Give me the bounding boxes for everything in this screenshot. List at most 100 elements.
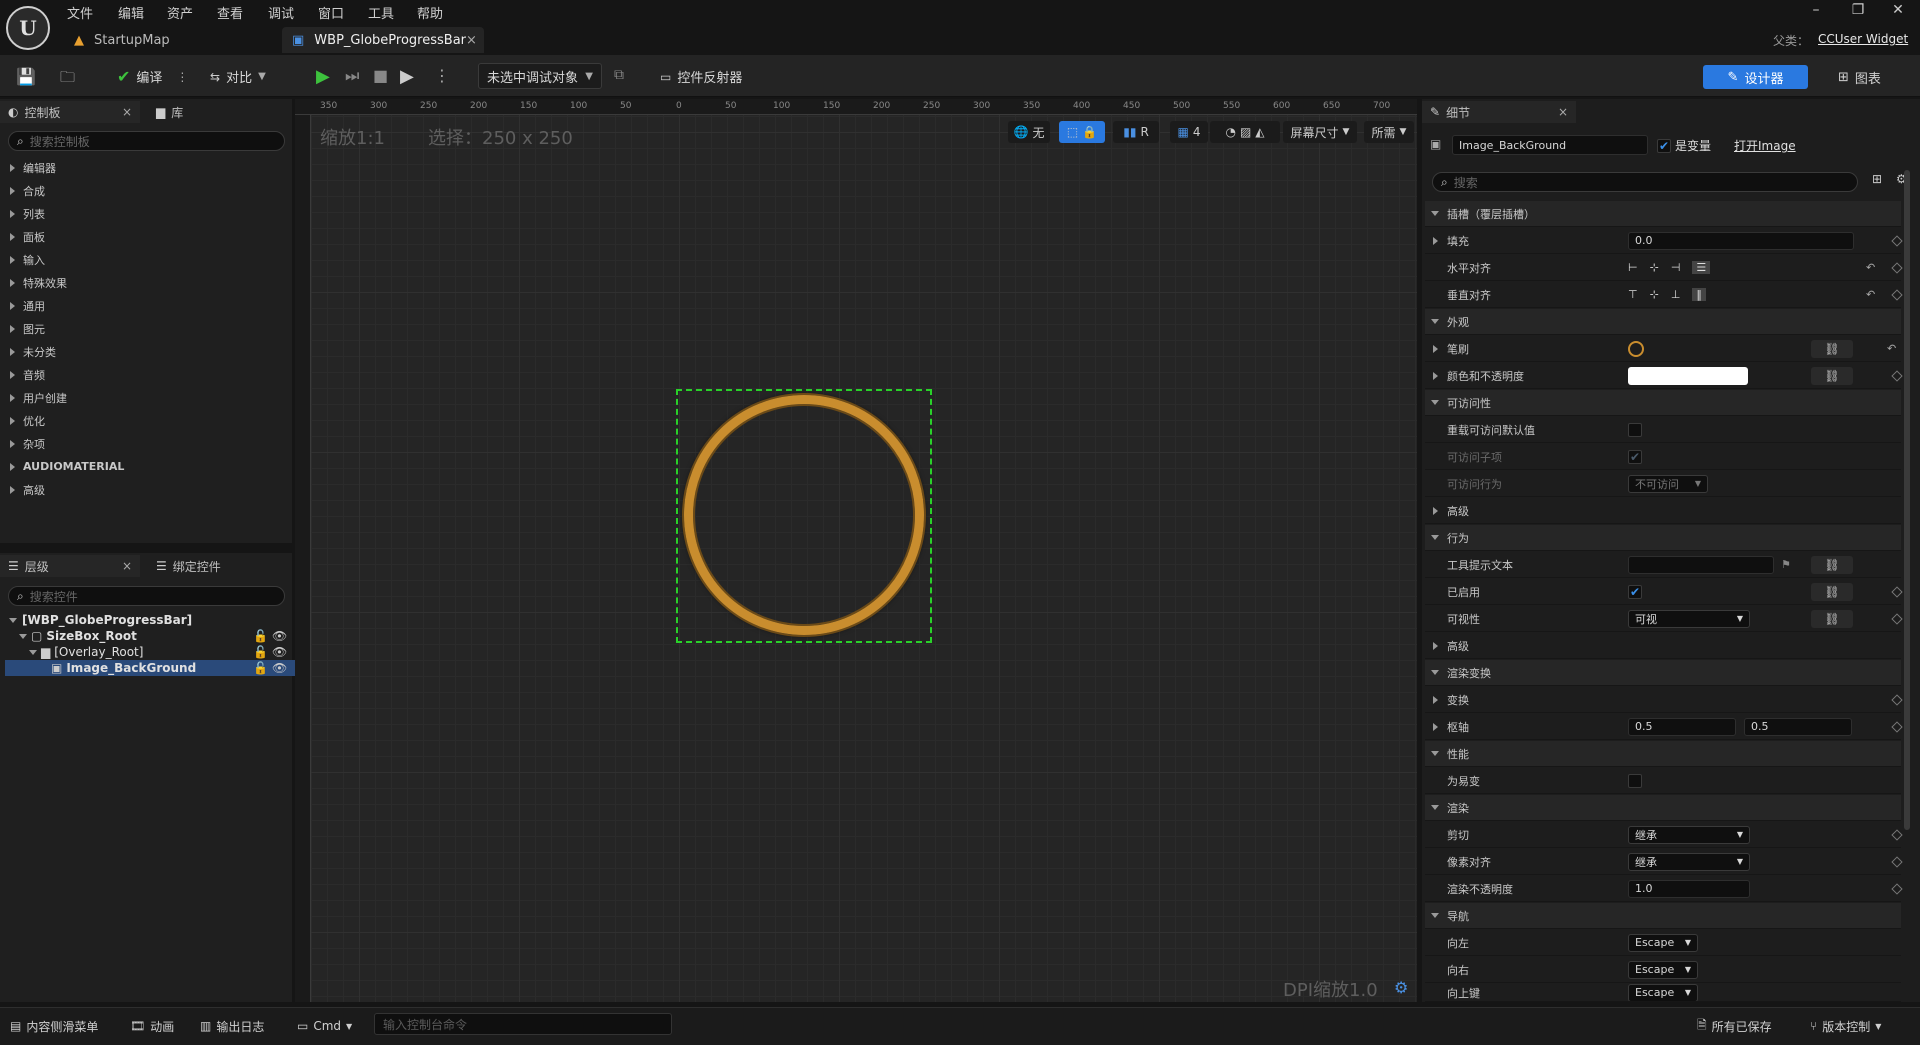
visibility-dropdown[interactable]: 可视 ▼	[1628, 609, 1750, 628]
tooltip-field[interactable]	[1628, 555, 1774, 574]
pivot-x-field[interactable]: 0.5	[1628, 717, 1736, 736]
palette-category[interactable]: 列表	[0, 202, 292, 225]
section-render-transform[interactable]: 渲染变换	[1425, 660, 1901, 686]
browse-icon[interactable]: 🗀	[60, 67, 75, 92]
step-icon[interactable]: ⏭	[345, 66, 359, 86]
widget-reflector-button[interactable]: ▭ 控件反射器	[660, 67, 742, 87]
graph-button[interactable]: ⊞ 图表	[1838, 65, 1908, 89]
eye-icon[interactable]: 👁	[272, 661, 287, 675]
palette-search-input[interactable]: ⌕ 搜索控制板	[8, 131, 285, 151]
palette-category[interactable]: 合成	[0, 179, 292, 202]
align-right-icon[interactable]: ⊣	[1671, 261, 1681, 274]
keyframe-icon[interactable]	[1891, 612, 1903, 625]
lock-icon[interactable]: 🔓	[253, 661, 268, 675]
hierarchy-search-input[interactable]: ⌕ 搜索控件	[8, 586, 285, 606]
align-top-icon[interactable]: ⊤	[1628, 288, 1638, 301]
keyframe-icon[interactable]	[1891, 828, 1903, 841]
keyframe-icon[interactable]	[1891, 585, 1903, 598]
reset-icon[interactable]: ↶	[1866, 261, 1875, 274]
tree-item-sizebox[interactable]: ▢ SizeBox_Root 🔓 👁	[5, 628, 295, 644]
close-window-icon[interactable]: ✕	[1878, 2, 1918, 22]
palette-category[interactable]: 编辑器	[0, 156, 292, 179]
reset-icon[interactable]: ↶	[1887, 342, 1896, 355]
section-performance[interactable]: 性能	[1425, 741, 1901, 767]
keyframe-icon[interactable]	[1891, 234, 1903, 247]
play-icon[interactable]: ▶	[316, 66, 330, 87]
caret-right-icon[interactable]	[1433, 236, 1438, 245]
keyframe-icon[interactable]	[1891, 369, 1903, 382]
palette-category[interactable]: 未分类	[0, 340, 292, 363]
render-opacity-field[interactable]: 1.0	[1628, 879, 1750, 898]
palette-category[interactable]: 特殊效果	[0, 271, 292, 294]
palette-category[interactable]: 面板	[0, 225, 292, 248]
tab-startup-map[interactable]: ▲ StartupMap	[64, 27, 276, 53]
preview-options[interactable]: ◔ ▨ ◭	[1210, 121, 1280, 143]
close-tab-icon[interactable]: ×	[466, 33, 477, 48]
minimize-icon[interactable]: –	[1796, 2, 1836, 22]
palette-category[interactable]: 输入	[0, 248, 292, 271]
keyframe-icon[interactable]	[1891, 882, 1903, 895]
bind-link-icon[interactable]: ⛓	[1811, 339, 1853, 358]
menu-edit[interactable]: 编辑	[118, 3, 144, 22]
keyframe-icon[interactable]	[1891, 693, 1903, 706]
tree-item-image-background[interactable]: ▣ Image_BackGround 🔓 👁	[5, 660, 295, 676]
row-advanced-1[interactable]: 高级	[1425, 498, 1901, 524]
palette-category[interactable]: 音频	[0, 363, 292, 386]
caret-right-icon[interactable]	[1433, 371, 1438, 380]
details-scrollbar[interactable]	[1904, 170, 1910, 830]
eye-icon[interactable]: 👁	[272, 629, 287, 643]
palette-category[interactable]: 通用	[0, 294, 292, 317]
content-drawer-button[interactable]: ▤ 内容侧滑菜单	[10, 1015, 98, 1037]
palette-category[interactable]: 图元	[0, 317, 292, 340]
section-appearance[interactable]: 外观	[1425, 309, 1901, 335]
lock-toggle-button[interactable]: ⬚ 🔒	[1059, 121, 1105, 143]
diff-button[interactable]: ⇆ 对比 ▼	[210, 67, 266, 87]
align-fill-vertical-icon[interactable]: ‖	[1692, 288, 1706, 301]
palette-category[interactable]: 用户创建	[0, 386, 292, 409]
lock-icon[interactable]: 🔓	[253, 645, 268, 659]
unreal-logo-icon[interactable]: U	[6, 6, 50, 50]
menu-view[interactable]: 查看	[217, 3, 243, 22]
keyframe-icon[interactable]	[1891, 855, 1903, 868]
section-rendering[interactable]: 渲染	[1425, 795, 1901, 821]
align-fill-icon[interactable]: ☰	[1692, 261, 1711, 274]
widget-name-field[interactable]: Image_BackGround	[1452, 135, 1648, 155]
bind-link-icon[interactable]: ⛓	[1811, 555, 1853, 574]
keyframe-icon[interactable]	[1891, 261, 1903, 274]
section-behavior[interactable]: 行为	[1425, 525, 1901, 551]
clipping-dropdown[interactable]: 继承 ▼	[1628, 825, 1750, 844]
all-saved-button[interactable]: 🗎 所有已保存	[1697, 1015, 1772, 1037]
padding-field[interactable]: 0.0	[1628, 231, 1854, 250]
is-variable-checkbox[interactable]: ✔ 是变量	[1657, 137, 1711, 154]
animation-button[interactable]: 🎞 动画	[130, 1015, 174, 1037]
align-left-icon[interactable]: ⊢	[1628, 261, 1638, 274]
palette-category[interactable]: 优化	[0, 409, 292, 432]
bind-link-icon[interactable]: ⛓	[1811, 609, 1853, 628]
grid-snap-button[interactable]: ▦ 4	[1170, 121, 1208, 143]
brush-thumbnail-icon[interactable]	[1628, 340, 1644, 357]
debug-filter-icon[interactable]: ⧉	[614, 67, 624, 83]
output-log-button[interactable]: ▥ 输出日志	[200, 1015, 264, 1037]
menu-help[interactable]: 帮助	[417, 3, 443, 22]
console-command-input[interactable]: 输入控制台命令	[374, 1013, 672, 1035]
cmd-dropdown[interactable]: ▭ Cmd ▼	[297, 1015, 352, 1037]
more-options-icon[interactable]: ⋮	[176, 70, 188, 84]
tab-widget-blueprint[interactable]: ▣ WBP_GlobeProgressBar ×	[282, 27, 484, 53]
details-search-input[interactable]: ⌕ 搜索	[1432, 172, 1858, 192]
menu-file[interactable]: 文件	[67, 3, 93, 22]
play-options-icon[interactable]: ⋮	[434, 66, 450, 85]
respect-locks-button[interactable]: ▮▮ R	[1113, 121, 1159, 143]
nav-right-dropdown[interactable]: Escape ▼	[1628, 960, 1698, 979]
nav-left-dropdown[interactable]: Escape ▼	[1628, 933, 1698, 952]
localization-preview-button[interactable]: 🌐 无	[1008, 121, 1050, 143]
caret-right-icon[interactable]	[1433, 722, 1438, 731]
volatile-checkbox[interactable]	[1628, 773, 1642, 788]
color-swatch[interactable]	[1628, 366, 1748, 385]
open-image-link[interactable]: 打开Image	[1734, 137, 1796, 154]
source-control-button[interactable]: ⑂ 版本控制 ▼	[1810, 1015, 1881, 1037]
close-panel-icon[interactable]: ×	[122, 559, 132, 573]
row-advanced-2[interactable]: 高级	[1425, 633, 1901, 659]
tree-item-root[interactable]: [WBP_GlobeProgressBar]	[5, 612, 295, 628]
palette-category[interactable]: 高级	[0, 478, 292, 501]
globe-ring-image[interactable]	[684, 395, 924, 635]
